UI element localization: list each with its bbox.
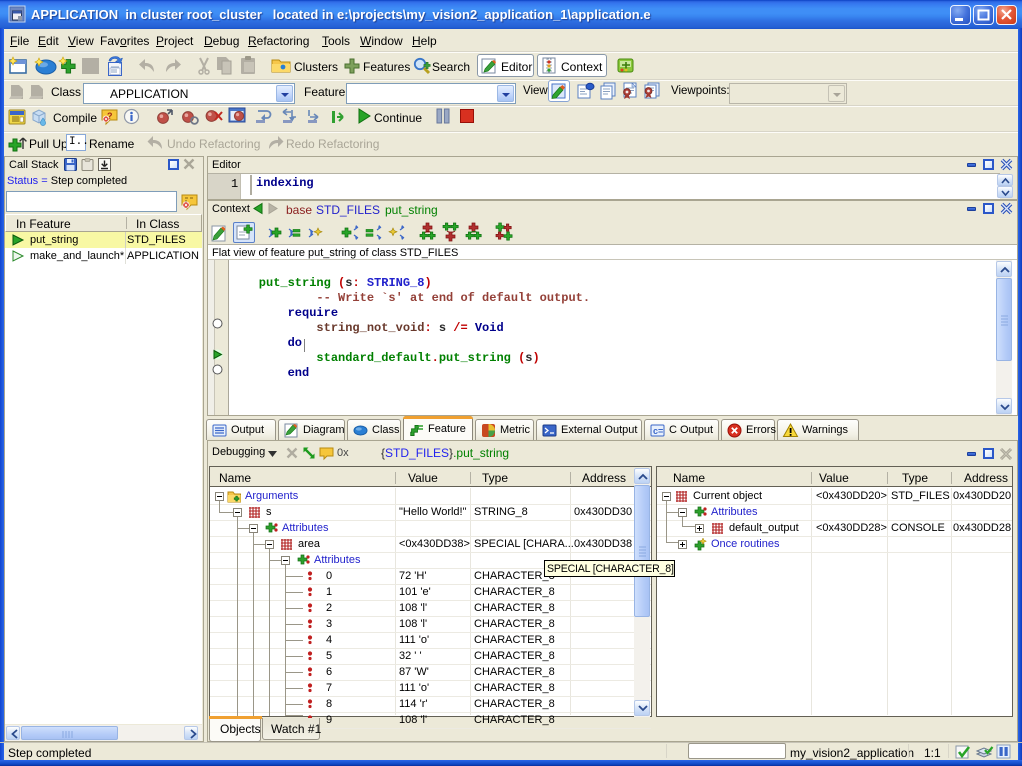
- svg-text:c=: c=: [653, 426, 663, 436]
